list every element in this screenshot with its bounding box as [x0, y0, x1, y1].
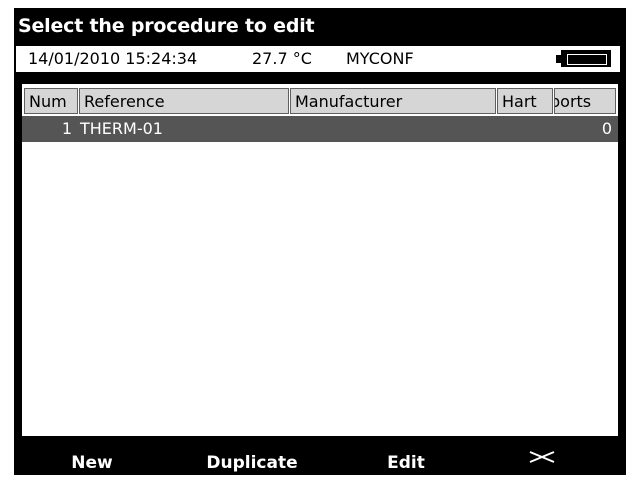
- column-header-ports[interactable]: ports: [554, 88, 616, 114]
- status-temperature: 27.7 °C: [252, 49, 312, 68]
- table-row[interactable]: 1 THERM-01 0: [22, 116, 618, 142]
- status-bar: 14/01/2010 15:24:34 27.7 °C MYCONF: [16, 46, 620, 72]
- cell-ports: 0: [601, 119, 612, 138]
- column-header-num[interactable]: Num: [24, 88, 78, 114]
- cell-reference: THERM-01: [80, 119, 163, 138]
- new-button[interactable]: New: [52, 448, 132, 479]
- edit-button[interactable]: Edit: [374, 448, 438, 479]
- column-header-manufacturer[interactable]: Manufacturer: [290, 88, 496, 114]
- close-button[interactable]: [522, 444, 562, 481]
- softkey-bar: New Duplicate Edit: [14, 444, 626, 475]
- status-config: MYCONF: [346, 49, 414, 68]
- screen-title: Select the procedure to edit: [18, 15, 315, 37]
- status-datetime: 14/01/2010 15:24:34: [28, 49, 198, 68]
- duplicate-button[interactable]: Duplicate: [190, 448, 314, 479]
- device-screen: Select the procedure to edit 14/01/2010 …: [14, 8, 626, 475]
- close-icon: [529, 451, 555, 463]
- cell-num: 1: [61, 119, 72, 138]
- column-header-hart[interactable]: Hart: [497, 88, 553, 114]
- procedure-table[interactable]: Num Reference Manufacturer Hart ports 1 …: [20, 82, 620, 438]
- column-header-reference[interactable]: Reference: [79, 88, 289, 114]
- table-header: Num Reference Manufacturer Hart ports: [22, 86, 618, 116]
- battery-icon: [556, 50, 612, 67]
